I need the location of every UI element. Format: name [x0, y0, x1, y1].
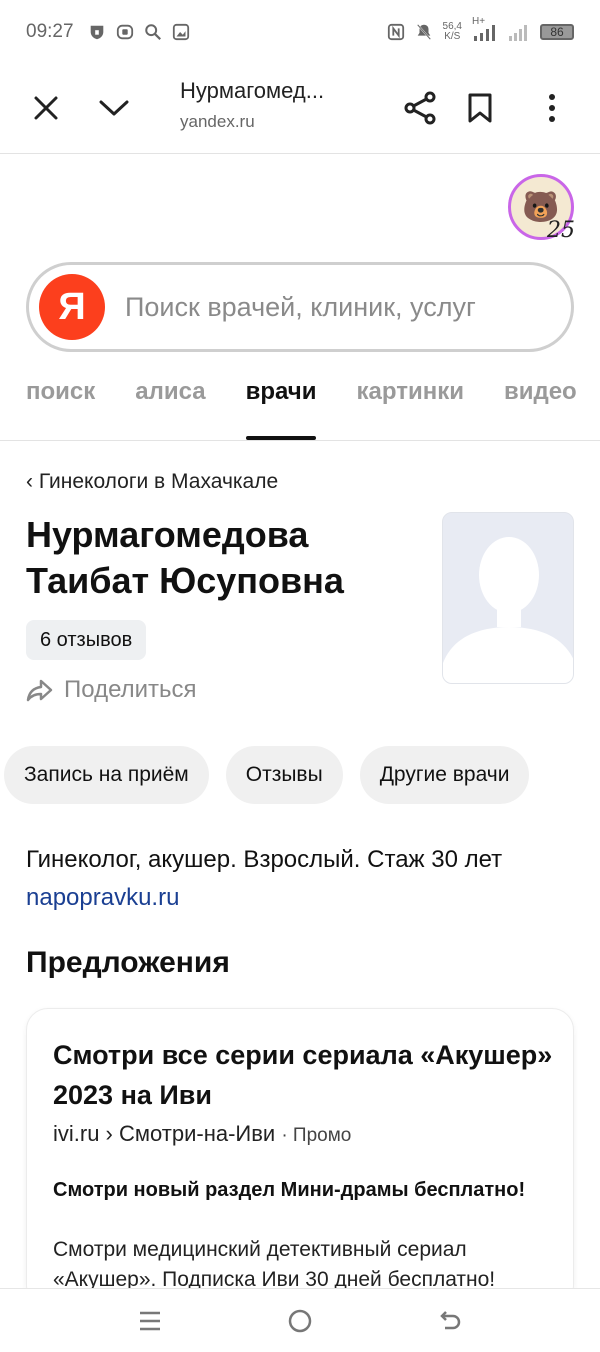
share-link[interactable]: Поделиться	[26, 676, 197, 704]
doctor-photo-placeholder	[442, 512, 574, 684]
yandex-logo[interactable]: Я	[39, 274, 105, 340]
net-speed: 56,4 K/S	[443, 22, 462, 42]
app-notification-icon	[116, 24, 133, 40]
tabs-divider	[0, 440, 600, 441]
chevron-down-icon	[99, 100, 129, 116]
tab-doctors[interactable]: врачи	[245, 378, 316, 440]
reviews-count-chip[interactable]: 6 отзывов	[26, 620, 147, 660]
more-vertical-icon	[549, 94, 555, 122]
browser-top-bar: Нурмагомед... yandex.ru	[0, 64, 600, 154]
share-button[interactable]	[398, 86, 442, 130]
more-menu-button[interactable]	[530, 86, 574, 130]
tab-alice[interactable]: алиса	[135, 378, 205, 440]
offer-url[interactable]: ivi.ru › Смотри-на-Иви · Промо	[53, 1121, 351, 1147]
other-doctors-button[interactable]: Другие врачи	[359, 746, 530, 804]
bookmark-button[interactable]	[458, 86, 502, 130]
offer-card[interactable]: Смотри все серии сериала «Акушер» 2023 н…	[26, 1008, 574, 1308]
bookmark-icon	[468, 93, 492, 123]
recent-apps-button[interactable]	[132, 1303, 168, 1339]
chevron-left-icon: ‹	[26, 470, 39, 493]
menu-icon	[140, 1311, 160, 1331]
user-avatar[interactable]: 🐻 25	[508, 174, 575, 243]
status-time: 09:27	[26, 21, 74, 42]
close-button[interactable]	[24, 86, 68, 130]
page-title-block[interactable]: Нурмагомед... yandex.ru	[180, 78, 324, 132]
gallery-notification-icon	[172, 23, 189, 41]
signal-weak-icon	[509, 25, 527, 41]
search-tabs: поиск алиса врачи картинки видео	[26, 378, 577, 440]
share-arrow-icon	[26, 679, 53, 702]
back-arrow-icon	[440, 1311, 461, 1330]
offer-url-text: ivi.ru › Смотри-на-Иви	[53, 1121, 276, 1146]
mute-icon	[416, 24, 431, 40]
doctor-description: Гинеколог, акушер. Взрослый. Стаж 30 лет	[26, 846, 503, 873]
tab-search[interactable]: поиск	[26, 378, 95, 440]
avatar-badge: 25	[547, 218, 575, 243]
back-button[interactable]	[432, 1303, 468, 1339]
network-type: H+	[472, 16, 486, 27]
tab-video[interactable]: видео	[504, 378, 577, 440]
system-nav-bar	[0, 1288, 600, 1352]
share-label: Поделиться	[64, 676, 197, 703]
book-appointment-button[interactable]: Запись на приём	[4, 746, 209, 804]
signal-hplus-icon: H+	[472, 16, 498, 42]
close-icon	[34, 96, 58, 120]
search-input[interactable]: Поиск врачей, клиник, услуг	[125, 292, 476, 323]
person-silhouette-icon	[443, 513, 573, 683]
page-host: yandex.ru	[180, 112, 255, 131]
search-notification-icon	[144, 24, 161, 40]
status-bar: 09:27 56,4 K/S H+ 86	[0, 0, 600, 64]
shield-icon	[90, 25, 103, 40]
offer-text: Смотри медицинский детективный сериал «А…	[53, 1238, 496, 1291]
reviews-button[interactable]: Отзывы	[225, 746, 343, 804]
nfc-icon	[387, 23, 404, 41]
doctor-name: Нурмагомедова Таибат Юсуповна	[26, 514, 344, 601]
promo-label: · Промо	[281, 1125, 352, 1146]
collapse-button[interactable]	[92, 86, 136, 130]
battery-icon: 86	[540, 24, 574, 40]
share-icon	[404, 91, 436, 125]
breadcrumb[interactable]: ‹ Гинекологи в Махачкале	[26, 470, 278, 494]
net-speed-unit: K/S	[444, 31, 461, 42]
offer-bold-text: Смотри новый раздел Мини-драмы бесплатно…	[53, 1179, 526, 1201]
doctor-actions: Запись на приём Отзывы Другие врачи	[4, 746, 530, 804]
home-button[interactable]	[282, 1303, 318, 1339]
offer-title[interactable]: Смотри все серии сериала «Акушер» 2023 н…	[53, 1035, 553, 1115]
search-bar[interactable]: Я Поиск врачей, клиник, услуг	[26, 262, 574, 352]
source-link[interactable]: napopravku.ru	[26, 884, 179, 912]
home-circle-icon	[288, 1309, 312, 1333]
offers-title: Предложения	[26, 946, 230, 979]
tab-images[interactable]: картинки	[356, 378, 463, 440]
page-title: Нурмагомед...	[180, 78, 325, 103]
breadcrumb-label: Гинекологи в Махачкале	[38, 470, 279, 493]
